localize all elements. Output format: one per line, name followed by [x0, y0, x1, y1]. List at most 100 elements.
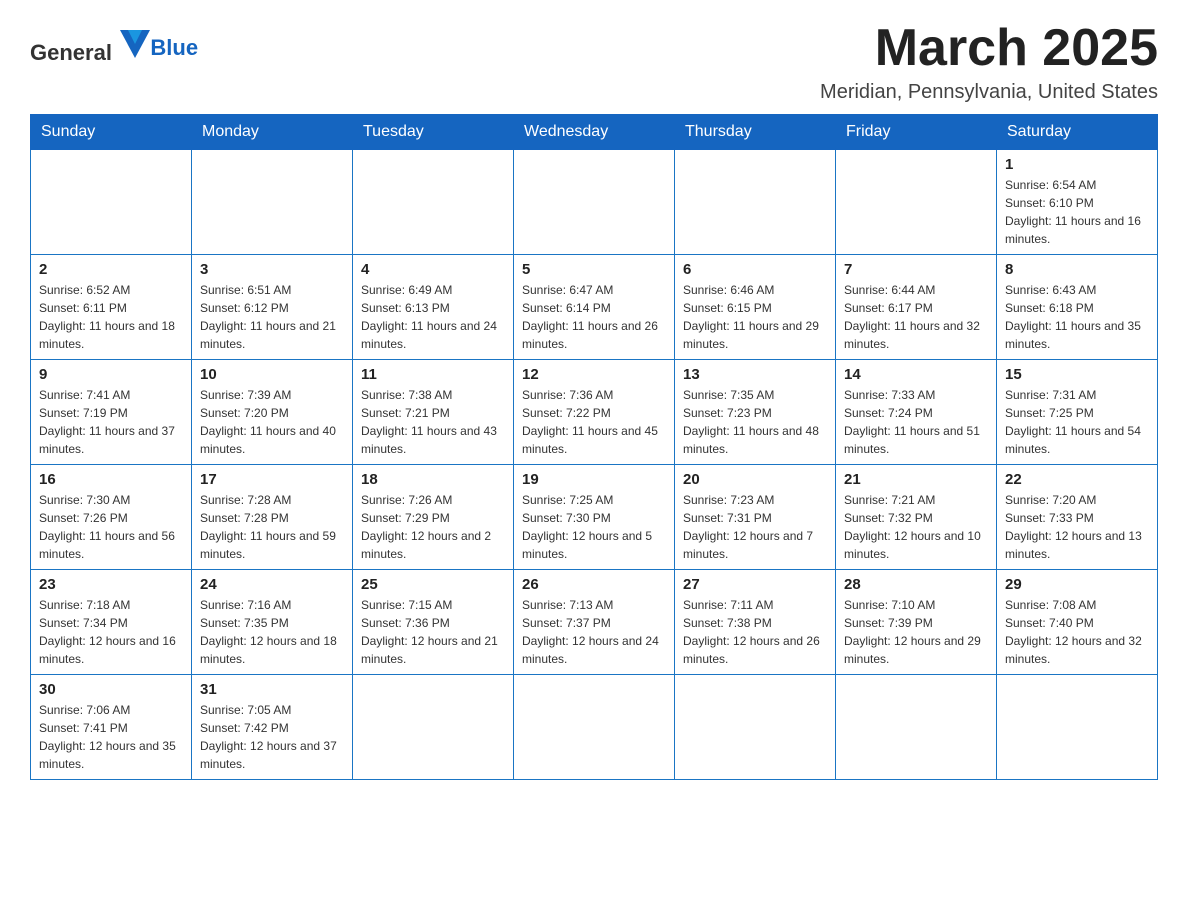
day-info: Sunrise: 7:30 AMSunset: 7:26 PMDaylight:…	[39, 491, 183, 563]
weekday-header-saturday: Saturday	[997, 115, 1158, 150]
day-number: 2	[39, 261, 183, 278]
weekday-header-tuesday: Tuesday	[353, 115, 514, 150]
day-info: Sunrise: 7:11 AMSunset: 7:38 PMDaylight:…	[683, 596, 827, 668]
calendar-cell	[353, 150, 514, 255]
day-info: Sunrise: 7:15 AMSunset: 7:36 PMDaylight:…	[361, 596, 505, 668]
day-number: 31	[200, 681, 344, 698]
logo-text-general: General	[30, 40, 112, 65]
day-info: Sunrise: 6:52 AMSunset: 6:11 PMDaylight:…	[39, 281, 183, 353]
weekday-header-thursday: Thursday	[675, 115, 836, 150]
day-info: Sunrise: 7:06 AMSunset: 7:41 PMDaylight:…	[39, 701, 183, 773]
logo-triangle-icon	[120, 30, 150, 60]
calendar-cell: 7 Sunrise: 6:44 AMSunset: 6:17 PMDaylight…	[836, 255, 997, 360]
day-info: Sunrise: 7:16 AMSunset: 7:35 PMDaylight:…	[200, 596, 344, 668]
logo: General Blue	[30, 30, 198, 66]
day-info: Sunrise: 7:31 AMSunset: 7:25 PMDaylight:…	[1005, 386, 1149, 458]
day-info: Sunrise: 7:41 AMSunset: 7:19 PMDaylight:…	[39, 386, 183, 458]
calendar-cell	[192, 150, 353, 255]
location-title: Meridian, Pennsylvania, United States	[820, 81, 1158, 104]
calendar-cell: 22 Sunrise: 7:20 AMSunset: 7:33 PMDayligh…	[997, 465, 1158, 570]
day-info: Sunrise: 6:43 AMSunset: 6:18 PMDaylight:…	[1005, 281, 1149, 353]
calendar-cell: 27 Sunrise: 7:11 AMSunset: 7:38 PMDayligh…	[675, 570, 836, 675]
day-number: 27	[683, 576, 827, 593]
day-info: Sunrise: 7:35 AMSunset: 7:23 PMDaylight:…	[683, 386, 827, 458]
calendar-week-row: 23Sunrise: 7:18 AMSunset: 7:34 PMDayligh…	[31, 570, 1158, 675]
day-number: 13	[683, 366, 827, 383]
calendar-cell: 13 Sunrise: 7:35 AMSunset: 7:23 PMDayligh…	[675, 360, 836, 465]
calendar-cell: 9Sunrise: 7:41 AMSunset: 7:19 PMDaylight…	[31, 360, 192, 465]
calendar-cell: 29Sunrise: 7:08 AMSunset: 7:40 PMDayligh…	[997, 570, 1158, 675]
calendar-cell: 3 Sunrise: 6:51 AMSunset: 6:12 PMDaylight…	[192, 255, 353, 360]
calendar-week-row: 30 Sunrise: 7:06 AMSunset: 7:41 PMDayligh…	[31, 675, 1158, 780]
weekday-header-row: SundayMondayTuesdayWednesdayThursdayFrid…	[31, 115, 1158, 150]
day-number: 28	[844, 576, 988, 593]
calendar-cell	[675, 675, 836, 780]
calendar-cell: 2 Sunrise: 6:52 AMSunset: 6:11 PMDaylight…	[31, 255, 192, 360]
day-number: 6	[683, 261, 827, 278]
calendar-cell: 1 Sunrise: 6:54 AMSunset: 6:10 PMDaylight…	[997, 150, 1158, 255]
day-number: 1	[1005, 156, 1149, 173]
day-info: Sunrise: 7:28 AMSunset: 7:28 PMDaylight:…	[200, 491, 344, 563]
day-number: 8	[1005, 261, 1149, 278]
calendar-week-row: 9Sunrise: 7:41 AMSunset: 7:19 PMDaylight…	[31, 360, 1158, 465]
day-info: Sunrise: 7:39 AMSunset: 7:20 PMDaylight:…	[200, 386, 344, 458]
day-info: Sunrise: 7:08 AMSunset: 7:40 PMDaylight:…	[1005, 596, 1149, 668]
calendar-cell: 8 Sunrise: 6:43 AMSunset: 6:18 PMDaylight…	[997, 255, 1158, 360]
day-number: 24	[200, 576, 344, 593]
day-info: Sunrise: 7:36 AMSunset: 7:22 PMDaylight:…	[522, 386, 666, 458]
day-number: 23	[39, 576, 183, 593]
day-number: 15	[1005, 366, 1149, 383]
day-number: 12	[522, 366, 666, 383]
calendar-cell: 4 Sunrise: 6:49 AMSunset: 6:13 PMDaylight…	[353, 255, 514, 360]
day-number: 16	[39, 471, 183, 488]
day-info: Sunrise: 6:51 AMSunset: 6:12 PMDaylight:…	[200, 281, 344, 353]
day-number: 5	[522, 261, 666, 278]
calendar-cell	[997, 675, 1158, 780]
calendar-cell: 21Sunrise: 7:21 AMSunset: 7:32 PMDayligh…	[836, 465, 997, 570]
day-number: 4	[361, 261, 505, 278]
calendar-cell: 23Sunrise: 7:18 AMSunset: 7:34 PMDayligh…	[31, 570, 192, 675]
day-info: Sunrise: 7:23 AMSunset: 7:31 PMDaylight:…	[683, 491, 827, 563]
weekday-header-friday: Friday	[836, 115, 997, 150]
calendar-cell: 6 Sunrise: 6:46 AMSunset: 6:15 PMDaylight…	[675, 255, 836, 360]
day-number: 30	[39, 681, 183, 698]
calendar-cell: 20 Sunrise: 7:23 AMSunset: 7:31 PMDayligh…	[675, 465, 836, 570]
day-info: Sunrise: 7:26 AMSunset: 7:29 PMDaylight:…	[361, 491, 505, 563]
day-number: 7	[844, 261, 988, 278]
day-number: 14	[844, 366, 988, 383]
title-block: March 2025 Meridian, Pennsylvania, Unite…	[820, 20, 1158, 104]
calendar-cell: 15 Sunrise: 7:31 AMSunset: 7:25 PMDayligh…	[997, 360, 1158, 465]
day-info: Sunrise: 6:47 AMSunset: 6:14 PMDaylight:…	[522, 281, 666, 353]
day-info: Sunrise: 7:10 AMSunset: 7:39 PMDaylight:…	[844, 596, 988, 668]
day-info: Sunrise: 7:20 AMSunset: 7:33 PMDaylight:…	[1005, 491, 1149, 563]
day-info: Sunrise: 6:46 AMSunset: 6:15 PMDaylight:…	[683, 281, 827, 353]
calendar-cell: 5 Sunrise: 6:47 AMSunset: 6:14 PMDaylight…	[514, 255, 675, 360]
day-number: 22	[1005, 471, 1149, 488]
calendar-table: SundayMondayTuesdayWednesdayThursdayFrid…	[30, 114, 1158, 780]
calendar-cell: 10 Sunrise: 7:39 AMSunset: 7:20 PMDayligh…	[192, 360, 353, 465]
calendar-cell: 18Sunrise: 7:26 AMSunset: 7:29 PMDayligh…	[353, 465, 514, 570]
calendar-cell	[836, 675, 997, 780]
day-number: 25	[361, 576, 505, 593]
logo-text-blue: Blue	[150, 35, 198, 60]
calendar-cell	[675, 150, 836, 255]
calendar-cell: 26Sunrise: 7:13 AMSunset: 7:37 PMDayligh…	[514, 570, 675, 675]
page-header: General Blue March 2025 Meridian, Pennsy…	[30, 20, 1158, 104]
day-number: 10	[200, 366, 344, 383]
calendar-week-row: 1 Sunrise: 6:54 AMSunset: 6:10 PMDaylight…	[31, 150, 1158, 255]
day-info: Sunrise: 6:49 AMSunset: 6:13 PMDaylight:…	[361, 281, 505, 353]
day-number: 11	[361, 366, 505, 383]
day-number: 21	[844, 471, 988, 488]
weekday-header-sunday: Sunday	[31, 115, 192, 150]
calendar-cell: 31 Sunrise: 7:05 AMSunset: 7:42 PMDayligh…	[192, 675, 353, 780]
day-number: 20	[683, 471, 827, 488]
day-info: Sunrise: 7:33 AMSunset: 7:24 PMDaylight:…	[844, 386, 988, 458]
day-number: 3	[200, 261, 344, 278]
day-info: Sunrise: 6:44 AMSunset: 6:17 PMDaylight:…	[844, 281, 988, 353]
calendar-cell	[353, 675, 514, 780]
day-info: Sunrise: 7:05 AMSunset: 7:42 PMDaylight:…	[200, 701, 344, 773]
calendar-week-row: 2 Sunrise: 6:52 AMSunset: 6:11 PMDaylight…	[31, 255, 1158, 360]
calendar-cell: 11Sunrise: 7:38 AMSunset: 7:21 PMDayligh…	[353, 360, 514, 465]
weekday-header-monday: Monday	[192, 115, 353, 150]
day-info: Sunrise: 6:54 AMSunset: 6:10 PMDaylight:…	[1005, 176, 1149, 248]
